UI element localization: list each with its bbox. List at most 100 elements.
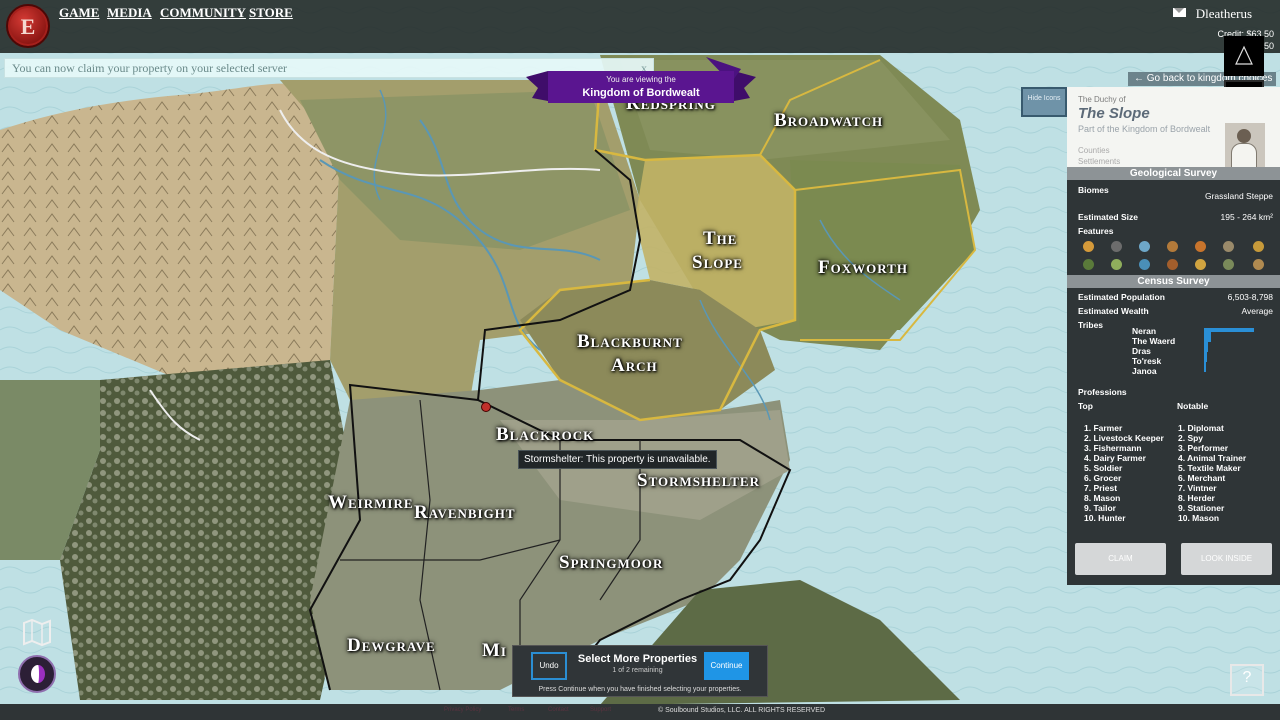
duchy-name: The Slope (1078, 105, 1150, 122)
biomes-value: Grassland Steppe (1204, 191, 1273, 201)
footer-link[interactable]: Terms (508, 707, 524, 713)
profession-item: 9. Stationer (1178, 503, 1225, 513)
nav-store-link[interactable]: STORE (249, 5, 293, 21)
profession-item: 5. Soldier (1084, 463, 1123, 473)
profession-item: 10. Mason (1178, 513, 1220, 523)
tribe-list: Neran The Waerd Dras To'resk Janoa (1132, 326, 1175, 376)
tribes-label: Tribes (1078, 320, 1104, 330)
feature-icon[interactable] (1167, 241, 1178, 252)
tribe-share-bar (1204, 332, 1211, 342)
tribe-share-bar (1204, 352, 1207, 362)
tribe-name: Janoa (1132, 366, 1157, 376)
feature-icon[interactable] (1083, 241, 1094, 252)
property-tooltip: Stormshelter: This property is unavailab… (518, 450, 717, 469)
feature-icon[interactable] (1223, 241, 1234, 252)
hide-icons-toggle[interactable]: Hide Icons (1021, 87, 1067, 117)
feature-icon[interactable] (1139, 241, 1150, 252)
profession-item: 3. Fishermann (1084, 443, 1142, 453)
recording-icon (1235, 45, 1253, 65)
feature-icon[interactable] (1111, 259, 1122, 270)
tribe-name: To'resk (1132, 356, 1162, 366)
nav-community-link[interactable]: COMMUNITY (160, 5, 246, 21)
claim-button[interactable]: CLAIM (1075, 543, 1166, 575)
geological-survey-header: Geological Survey (1067, 167, 1280, 180)
select-properties-title: Select More Properties (577, 653, 698, 665)
region-label-the-slope-line2: Slope (692, 252, 743, 273)
select-properties-box: Undo Select More Properties 1 of 2 remai… (512, 645, 768, 697)
settlement-marker[interactable] (481, 402, 491, 412)
profession-item: 2. Livestock Keeper (1084, 433, 1164, 443)
user-menu[interactable]: Dleatherus (1172, 6, 1252, 22)
claim-notice-text: You can now claim your property on your … (12, 61, 288, 75)
region-label-blackburnt-line2: Arch (611, 355, 658, 376)
look-inside-button[interactable]: LOOK INSIDE (1181, 543, 1272, 575)
region-label-springmoor: Springmoor (559, 552, 664, 573)
map-toggle-button[interactable] (20, 615, 54, 649)
features-label: Features (1078, 226, 1114, 236)
site-logo[interactable]: E (6, 4, 50, 48)
tribe-share-bar (1204, 342, 1208, 352)
profession-item: 6. Grocer (1084, 473, 1122, 483)
continue-button[interactable]: Continue (704, 652, 749, 680)
feature-icon[interactable] (1195, 259, 1206, 270)
feature-icon[interactable] (1253, 259, 1264, 270)
size-value: 195 - 264 km² (1220, 212, 1273, 222)
profession-item: 2. Spy (1178, 433, 1204, 443)
username[interactable]: Dleatherus (1196, 6, 1252, 21)
record-button[interactable] (1224, 36, 1264, 76)
region-label-the-slope-line1: The (703, 228, 738, 249)
profession-item: 10. Hunter (1084, 513, 1126, 523)
server-button[interactable] (18, 655, 56, 693)
feature-icon[interactable] (1253, 241, 1264, 252)
profession-item: 9. Tailor (1084, 503, 1116, 513)
tribe-share-bar (1204, 362, 1206, 372)
profession-item: 8. Herder (1178, 493, 1215, 503)
wealth-label: Estimated Wealth (1078, 306, 1149, 316)
population-value: 6,503-8,798 (1227, 292, 1273, 302)
banner-title: Kingdom of Bordwealt (582, 87, 700, 99)
population-label: Estimated Population (1078, 292, 1165, 302)
footer-link[interactable]: Privacy Policy (444, 707, 481, 713)
duchy-settlements-label: Settlements (1078, 157, 1121, 166)
wealth-value: Average (1241, 306, 1273, 316)
nav-media-link[interactable]: MEDIA (107, 5, 152, 21)
region-label-foxworth: Foxworth (818, 257, 908, 278)
banner-subtitle: You are viewing the (606, 75, 676, 84)
profession-item: 7. Priest (1084, 483, 1118, 493)
region-label-dewgrave: Dewgrave (347, 635, 436, 656)
profession-item: 6. Merchant (1178, 473, 1226, 483)
select-properties-count: 1 of 2 remaining (612, 667, 663, 674)
region-label-mi: Mi (482, 640, 507, 661)
select-properties-hint: Press Continue when you have finished se… (538, 686, 742, 693)
footer-copyright: © Soulbound Studios, LLC. ALL RIGHTS RES… (658, 707, 826, 714)
feature-icon[interactable] (1223, 259, 1234, 270)
top-navigation: E GAME MEDIA COMMUNITY STORE Dleatherus … (0, 0, 1280, 53)
feature-icon[interactable] (1111, 241, 1122, 252)
census-survey-header: Census Survey (1067, 275, 1280, 288)
nav-game-link[interactable]: GAME (59, 5, 99, 21)
feature-icon[interactable] (1083, 259, 1094, 270)
duchy-kingdom: Part of the Kingdom of Bordwealt (1078, 124, 1211, 134)
mail-icon[interactable] (1172, 8, 1186, 17)
duchy-info-panel: The Duchy of The Slope Part of the Kingd… (1067, 87, 1280, 585)
feature-icon[interactable] (1167, 259, 1178, 270)
footer: Privacy Policy Terms Contact Support © S… (0, 704, 1280, 720)
feature-icon[interactable] (1195, 241, 1206, 252)
logo-letter: E (20, 14, 36, 39)
tribe-name: The Waerd (1132, 336, 1176, 346)
region-label-weirmire: Weirmire (328, 492, 414, 513)
size-label: Estimated Size (1078, 212, 1138, 222)
region-label-blackburnt-line1: Blackburnt (577, 331, 683, 352)
feature-icon[interactable] (1139, 259, 1150, 270)
duchy-header: The Duchy of The Slope Part of the Kingd… (1067, 87, 1280, 167)
footer-link[interactable]: Contact (548, 707, 569, 713)
duchy-counties-label: Counties (1078, 146, 1110, 155)
help-button[interactable]: ? (1230, 664, 1264, 696)
footer-link[interactable]: Support (590, 707, 611, 713)
undo-button[interactable]: Undo (531, 652, 567, 680)
tribe-name: Dras (1132, 346, 1151, 356)
notable-professions-list: 1. Diplomat 2. Spy 3. Performer 4. Anima… (1178, 423, 1246, 523)
duchy-prefix: The Duchy of (1078, 95, 1126, 104)
professions-label: Professions (1078, 387, 1127, 397)
notable-professions-label: Notable (1177, 401, 1209, 411)
